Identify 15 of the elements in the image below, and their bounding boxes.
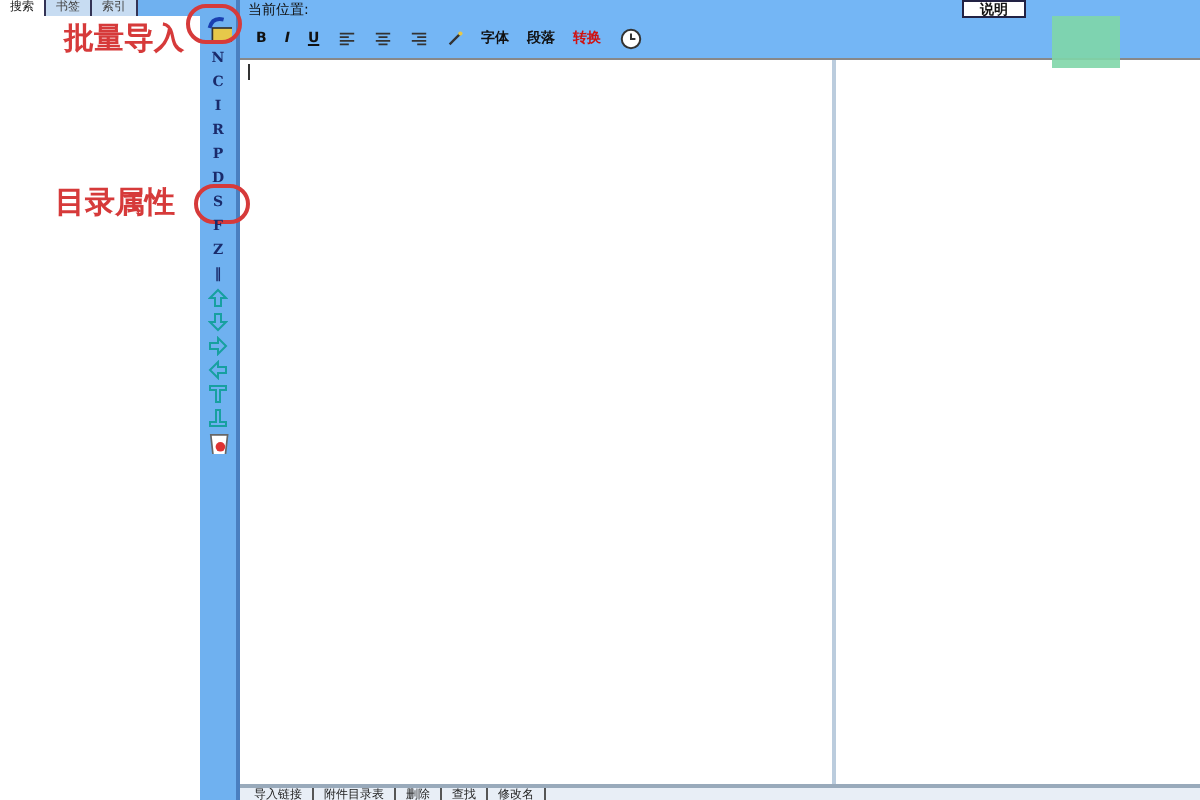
arrow-right-icon xyxy=(208,335,228,356)
arrow-up-icon xyxy=(208,287,228,308)
align-center-icon[interactable] xyxy=(373,29,392,47)
move-top-icon xyxy=(208,383,228,404)
align-left-icon[interactable] xyxy=(337,29,356,47)
bin-icon xyxy=(206,429,230,454)
folder-arrow-icon xyxy=(204,14,232,42)
arrow-left-icon xyxy=(208,359,228,380)
clock-icon[interactable] xyxy=(619,27,642,49)
arrow-down-icon xyxy=(208,311,228,332)
annotation-label: 批量导入 xyxy=(64,20,184,56)
annotation-label: 目录属性 xyxy=(55,183,176,219)
move-bottom-icon xyxy=(208,407,228,428)
align-right-icon[interactable] xyxy=(409,29,428,47)
brush-icon[interactable] xyxy=(445,29,464,47)
